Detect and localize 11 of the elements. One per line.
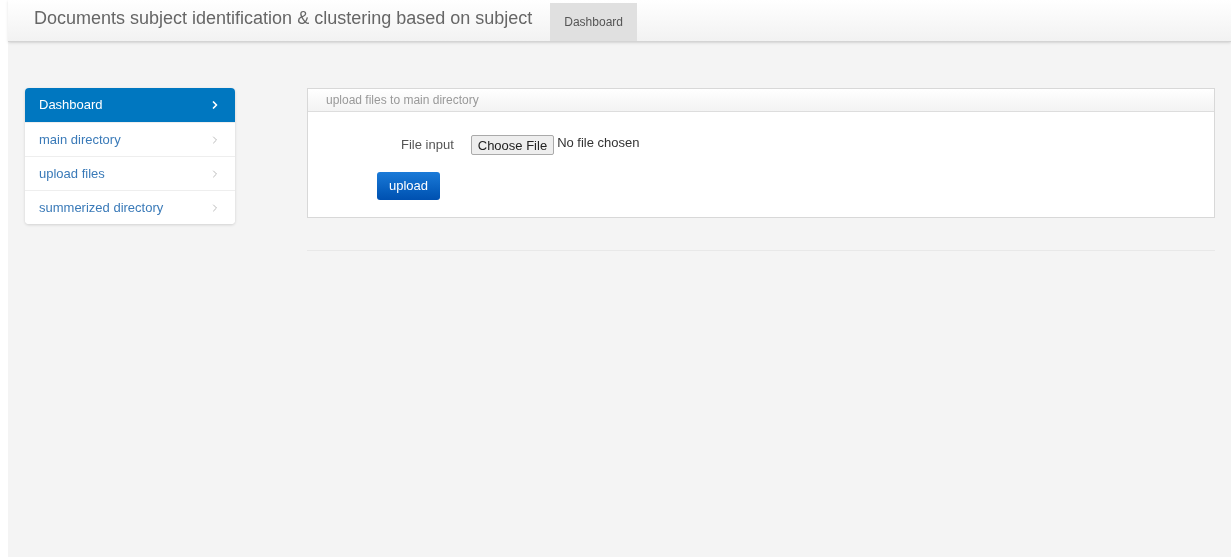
field-label: File input: [401, 136, 454, 155]
nav-tab[interactable]: Dashboard: [550, 3, 637, 41]
file-status: No file chosen: [557, 134, 640, 153]
sidebar-item[interactable]: upload files: [25, 156, 235, 190]
sidebar-item[interactable]: Dashboard: [25, 88, 235, 122]
upload-button[interactable]: upload: [377, 172, 441, 200]
choose-file-button[interactable]: Choose File: [470, 135, 555, 155]
panel-title: upload files to main directory: [326, 92, 479, 109]
app-title: Documents subject identification & clustering based on subject: [34, 7, 533, 30]
sidebar-item[interactable]: summerized directory: [25, 190, 235, 224]
sidebar-item[interactable]: main directory: [25, 122, 235, 156]
